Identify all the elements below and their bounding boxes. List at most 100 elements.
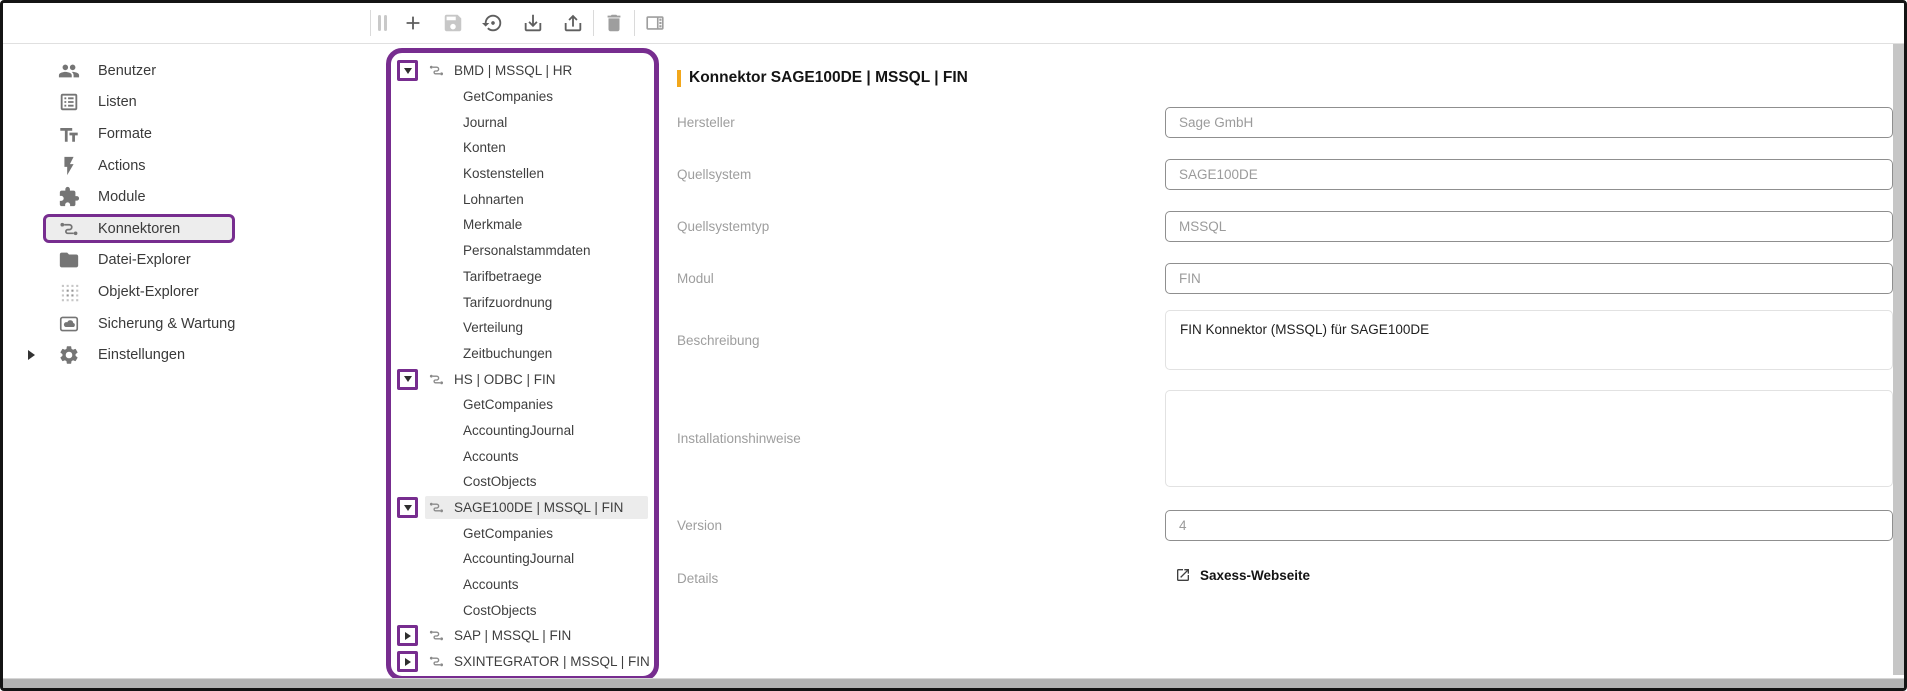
sidebar-item-module[interactable]: Module	[3, 181, 383, 213]
delete-button[interactable]	[594, 3, 634, 43]
window-bottom-edge	[3, 678, 1904, 688]
download-button[interactable]	[513, 3, 553, 43]
form-row-version: Version	[669, 510, 1893, 541]
tree-leaf[interactable]: AccountingJournal	[391, 418, 654, 444]
tree-leaf[interactable]: CostObjects	[391, 469, 654, 495]
sidebar-item-label: Objekt-Explorer	[98, 284, 199, 300]
tree-expander[interactable]	[397, 625, 418, 646]
version-input[interactable]	[1165, 510, 1893, 541]
tree-leaf[interactable]: GetCompanies	[391, 520, 654, 546]
tree-leaf[interactable]: Lohnarten	[391, 186, 654, 212]
tree-expander[interactable]	[397, 497, 418, 518]
chevron-down-icon	[404, 376, 412, 382]
sidebar-item-objekt-explorer[interactable]: Objekt-Explorer	[3, 276, 383, 308]
sidebar-item-formate[interactable]: Formate	[3, 118, 383, 150]
tree-leaf[interactable]: Journal	[391, 109, 654, 135]
tree-leaf[interactable]: Zeitbuchungen	[391, 341, 654, 367]
panel-layout-button[interactable]	[635, 3, 675, 43]
tree-node-label: BMD | MSSQL | HR	[454, 63, 572, 78]
sidebar-item-benutzer[interactable]: Benutzer	[3, 55, 383, 87]
tree-node[interactable]: SAGE100DE | MSSQL | FIN	[391, 495, 654, 521]
sidebar-item-einstellungen[interactable]: Einstellungen	[3, 339, 383, 371]
tree-expander[interactable]	[397, 651, 418, 672]
tree-node-label: SXINTEGRATOR | MSSQL | FIN	[454, 654, 650, 669]
add-button[interactable]	[393, 3, 433, 43]
sidebar-item-sicherung-wartung[interactable]: Sicherung & Wartung	[3, 308, 383, 340]
tree-leaf-label: CostObjects	[463, 603, 537, 618]
field-control	[1165, 310, 1893, 370]
form-row-installationshinweise: Installationshinweise	[669, 390, 1893, 487]
restore-button[interactable]	[473, 3, 513, 43]
external-link-icon	[1175, 567, 1191, 583]
tree-leaf[interactable]: Tarifzuordnung	[391, 289, 654, 315]
tree-leaf[interactable]: CostObjects	[391, 597, 654, 623]
tree-node-body[interactable]: SXINTEGRATOR | MSSQL | FIN	[425, 650, 650, 673]
cloud-box-icon	[58, 313, 80, 335]
hersteller-input[interactable]	[1165, 107, 1893, 138]
tree-leaf[interactable]: GetCompanies	[391, 84, 654, 110]
tree-leaf-label: AccountingJournal	[463, 551, 574, 566]
quellsystem-input[interactable]	[1165, 159, 1893, 190]
tree-node[interactable]: HS | ODBC | FIN	[391, 366, 654, 392]
tree-leaf[interactable]: AccountingJournal	[391, 546, 654, 572]
sidebar-item-label: Konnektoren	[98, 221, 180, 237]
detail-header: Konnektor SAGE100DE | MSSQL | FIN	[677, 69, 968, 87]
chevron-down-icon	[404, 505, 412, 511]
vertical-scrollbar[interactable]	[1893, 44, 1904, 675]
save-button[interactable]	[433, 3, 473, 43]
connector-icon	[428, 627, 445, 644]
sidebar-item-konnektoren[interactable]: Konnektoren	[3, 213, 383, 245]
list-icon	[58, 91, 80, 113]
tree-node[interactable]: SAP | MSSQL | FIN	[391, 623, 654, 649]
tree-node-body[interactable]: SAP | MSSQL | FIN	[425, 624, 648, 647]
connector-icon	[428, 653, 445, 670]
tree-node-body[interactable]: SAGE100DE | MSSQL | FIN	[425, 496, 648, 519]
sidebar-item-label: Formate	[98, 126, 152, 142]
form-row-details: Details Saxess-Webseite	[669, 567, 1893, 589]
tree-leaf-label: Journal	[463, 115, 507, 130]
tree-expander[interactable]	[397, 60, 418, 81]
connector-tree: BMD | MSSQL | HR GetCompanies Journal Konte…	[386, 48, 659, 681]
sidebar-item-listen[interactable]: Listen	[3, 87, 383, 119]
connector-icon	[428, 371, 445, 388]
upload-button[interactable]	[553, 3, 593, 43]
field-label: Details	[669, 571, 1165, 586]
chevron-down-icon	[404, 68, 412, 74]
beschreibung-textarea[interactable]	[1165, 310, 1893, 370]
sidebar-item-actions[interactable]: Actions	[3, 150, 383, 182]
tree-leaf-label: Accounts	[463, 577, 519, 592]
tree-leaf[interactable]: Tarifbetraege	[391, 264, 654, 290]
tree-node[interactable]: BMD | MSSQL | HR	[391, 58, 654, 84]
tree-leaf[interactable]: Verteilung	[391, 315, 654, 341]
tree-leaf[interactable]: Konten	[391, 135, 654, 161]
tree-leaf[interactable]: Accounts	[391, 572, 654, 598]
tree-node-body[interactable]: BMD | MSSQL | HR	[425, 59, 648, 82]
tree-leaf[interactable]: GetCompanies	[391, 392, 654, 418]
link-label: Saxess-Webseite	[1200, 568, 1310, 583]
modul-input[interactable]	[1165, 263, 1893, 294]
field-control	[1165, 107, 1893, 138]
sidebar-item-datei-explorer[interactable]: Datei-Explorer	[3, 245, 383, 277]
tree-node-body[interactable]: HS | ODBC | FIN	[425, 368, 648, 391]
sidebar-item-label: Module	[98, 189, 146, 205]
expand-arrow-icon[interactable]	[28, 350, 35, 360]
connector-icon	[428, 62, 445, 79]
tree-leaf[interactable]: Kostenstellen	[391, 161, 654, 187]
connector-form: HerstellerQuellsystemQuellsystemtypModul…	[669, 107, 1893, 589]
form-row-quellsystem: Quellsystem	[669, 159, 1893, 190]
tree-expander[interactable]	[397, 369, 418, 390]
tree-leaf[interactable]: Personalstammdaten	[391, 238, 654, 264]
tree-leaf[interactable]: Accounts	[391, 443, 654, 469]
field-label: Beschreibung	[669, 333, 1165, 348]
drag-handle-icon[interactable]	[371, 3, 393, 43]
installationshinweise-textarea[interactable]	[1165, 390, 1893, 487]
field-control	[1165, 263, 1893, 294]
form-row-modul: Modul	[669, 263, 1893, 294]
tree-node[interactable]: SXINTEGRATOR | MSSQL | FIN	[391, 649, 654, 675]
details-link[interactable]: Saxess-Webseite	[1165, 567, 1893, 583]
field-label: Installationshinweise	[669, 431, 1165, 446]
text-format-icon	[58, 123, 80, 145]
sidebar-item-label: Benutzer	[98, 63, 156, 79]
quellsystemtyp-input[interactable]	[1165, 211, 1893, 242]
tree-leaf[interactable]: Merkmale	[391, 212, 654, 238]
